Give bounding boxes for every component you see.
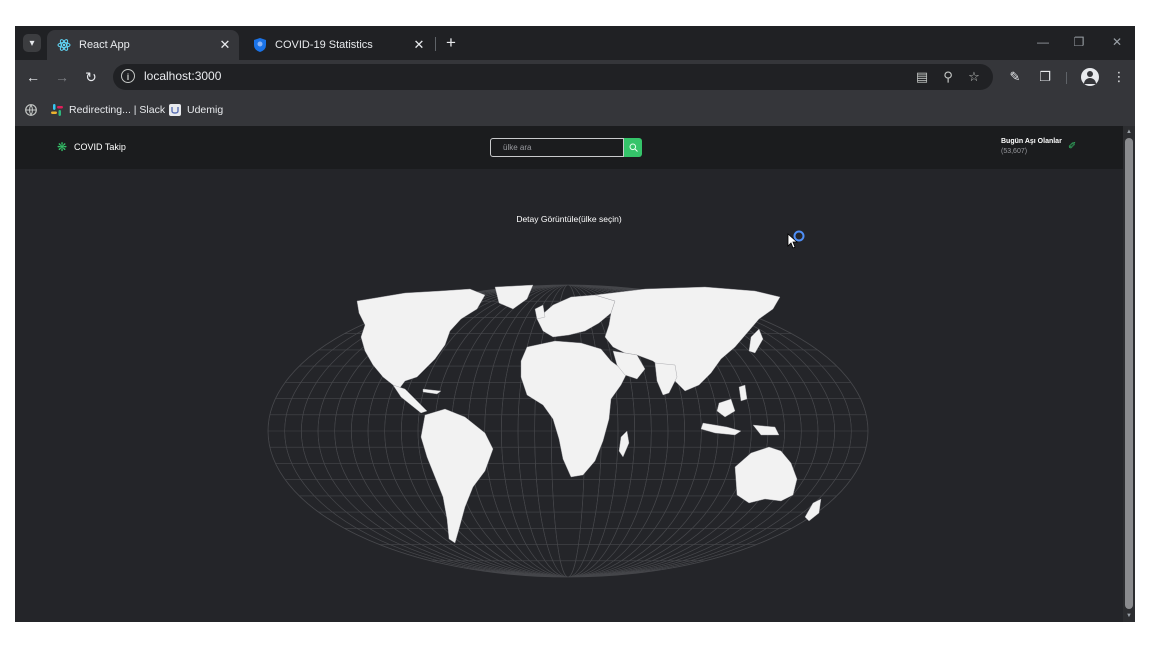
brand-name: COVID Takip [74,142,126,152]
address-bar[interactable]: i localhost:3000 ▤ ⚲ ☆ [113,64,993,90]
bookmarks-bar: Redirecting... | Slack Udemig [15,94,1135,127]
virus-icon: ❋ [57,140,68,154]
profile-icon[interactable] [1081,68,1099,86]
tab-title: React App [79,39,130,51]
forward-icon[interactable]: → [52,67,72,87]
detail-prompt: Detay Görüntüle(ülke seçin) [516,214,622,224]
brand-logo[interactable]: ❋ COVID Takip [57,141,126,153]
globe-icon[interactable] [25,101,43,119]
globe-icon [25,104,37,116]
scroll-up-icon[interactable]: ▲ [1123,126,1135,138]
close-window-icon[interactable]: ✕ [1099,31,1135,53]
install-app-icon[interactable]: ▤ [913,68,931,86]
world-map[interactable] [265,281,871,581]
tab-search-icon[interactable]: ▾ [23,34,41,52]
browser-window: ▾ React App ✕ COVID-19 Statistics ✕ + — … [15,26,1135,622]
slack-icon [51,104,63,116]
bookmark-slack[interactable]: Redirecting... | Slack [51,101,165,119]
react-icon [57,38,71,52]
toolbar-divider [1066,72,1067,84]
vaccinated-label: Bugün Aşı Olanlar [1001,138,1062,145]
tab-strip: ▾ React App ✕ COVID-19 Statistics ✕ + — … [15,26,1135,60]
country-search-input[interactable] [490,138,624,157]
bookmark-label: Redirecting... | Slack [69,104,166,116]
back-icon[interactable]: ← [23,67,43,87]
zoom-icon[interactable]: ⚲ [939,68,957,86]
tab-divider [435,37,436,51]
extensions-icon[interactable]: ❐ [1035,67,1055,87]
vaccinated-count: (53,607) [1001,148,1028,155]
new-tab-icon[interactable]: + [441,33,461,53]
bookmark-udemig[interactable]: Udemig [169,101,223,119]
url-text[interactable]: localhost:3000 [144,69,221,83]
syringe-icon: ✐ [1068,141,1077,152]
close-tab-icon[interactable]: ✕ [217,37,233,53]
menu-icon[interactable]: ⋮ [1109,67,1129,87]
tab-covid-statistics[interactable]: COVID-19 Statistics ✕ [243,30,433,60]
country-search [490,138,642,157]
eyedropper-icon[interactable]: ✎ [1005,67,1025,87]
shield-icon [253,38,267,52]
search-button[interactable] [624,138,642,157]
udemig-icon [169,104,181,116]
browser-toolbar: ← → ↻ i localhost:3000 ▤ ⚲ ☆ ✎ ❐ ⋮ [15,60,1135,94]
page-content: ❋ COVID Takip Bugün Aşı Olanlar (53,607)… [15,126,1123,622]
bookmark-label: Udemig [187,104,224,116]
scroll-thumb[interactable] [1125,138,1133,609]
close-tab-icon[interactable]: ✕ [411,37,427,53]
vaccinated-today: Bugün Aşı Olanlar (53,607) [1001,137,1062,157]
bookmark-star-icon[interactable]: ☆ [965,68,983,86]
cursor-loading-icon [787,230,805,249]
site-info-icon[interactable]: i [121,69,135,83]
tab-title: COVID-19 Statistics [275,39,373,51]
reload-icon[interactable]: ↻ [81,67,101,87]
app-navbar: ❋ COVID Takip Bugün Aşı Olanlar (53,607)… [15,126,1123,169]
restore-icon[interactable]: ❐ [1061,31,1097,53]
page-scrollbar[interactable]: ▲ ▼ [1123,126,1135,622]
tab-react-app[interactable]: React App ✕ [47,30,239,60]
search-icon [629,143,638,152]
scroll-down-icon[interactable]: ▼ [1123,610,1135,622]
minimize-icon[interactable]: — [1025,31,1061,53]
